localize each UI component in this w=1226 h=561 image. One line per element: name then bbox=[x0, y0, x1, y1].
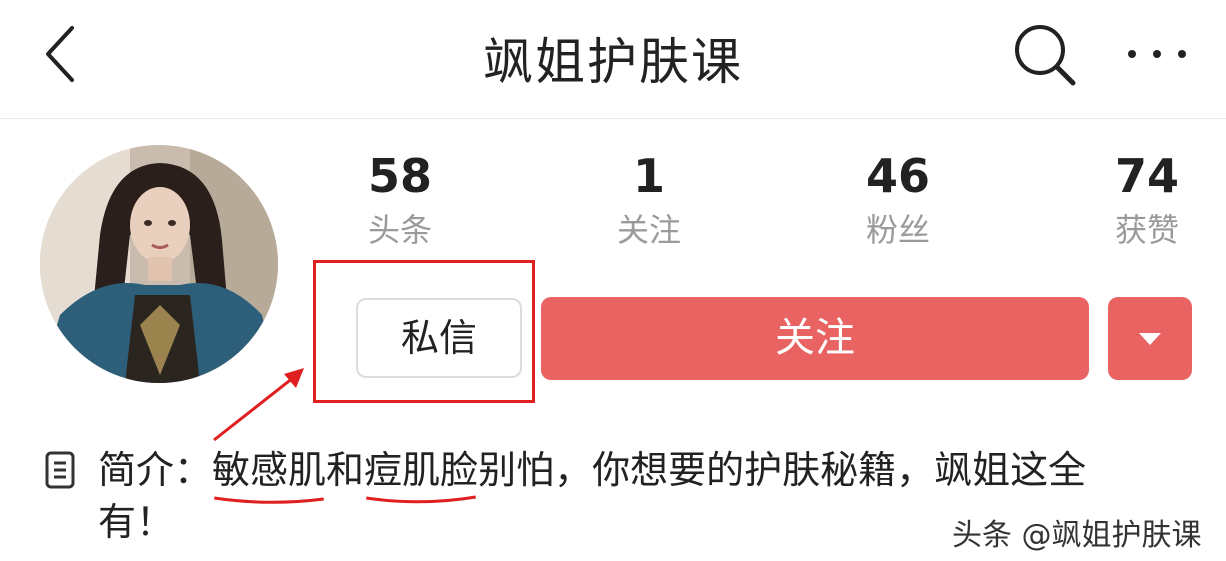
stat-following-value: 1 bbox=[632, 149, 665, 203]
stat-posts[interactable]: 58 头条 bbox=[315, 148, 485, 250]
bio-keyword-text: 敏感肌 bbox=[212, 448, 327, 492]
top-navigation-bar: 飒姐护肤课 bbox=[0, 0, 1226, 119]
stat-likes-value: 74 bbox=[1114, 149, 1179, 203]
more-dots-icon[interactable] bbox=[1122, 34, 1192, 74]
bio-connector: 和 bbox=[326, 448, 365, 492]
document-icon bbox=[45, 451, 75, 489]
caret-down-icon bbox=[1139, 333, 1161, 345]
bio-keyword-acne-skin: 痘肌脸 bbox=[364, 444, 479, 504]
stat-posts-label: 头条 bbox=[367, 211, 432, 249]
dropdown-button[interactable] bbox=[1108, 297, 1192, 380]
search-icon[interactable] bbox=[1010, 20, 1080, 90]
stat-likes[interactable]: 74 获赞 bbox=[1062, 148, 1226, 250]
watermark: 头条 @飒姐护肤课 bbox=[952, 518, 1202, 553]
annotation-highlight-box bbox=[313, 260, 535, 403]
stat-following[interactable]: 1 关注 bbox=[564, 148, 734, 250]
follow-button[interactable]: 关注 bbox=[541, 297, 1089, 380]
stat-posts-value: 58 bbox=[367, 149, 432, 203]
annotation-underline bbox=[214, 496, 324, 504]
annotation-underline bbox=[366, 495, 477, 504]
stat-followers-value: 46 bbox=[865, 149, 930, 203]
bio-keyword-sensitive-skin: 敏感肌 bbox=[212, 444, 327, 504]
bio-prefix: 简介： bbox=[98, 448, 213, 492]
avatar[interactable] bbox=[40, 145, 278, 383]
stat-followers[interactable]: 46 粉丝 bbox=[813, 148, 983, 250]
stat-following-label: 关注 bbox=[616, 211, 681, 249]
stat-likes-label: 获赞 bbox=[1114, 211, 1179, 249]
bio-keyword-text: 痘肌脸 bbox=[364, 448, 479, 492]
annotation-arrow-icon bbox=[213, 368, 304, 442]
stat-followers-label: 粉丝 bbox=[865, 211, 930, 249]
avatar-image bbox=[40, 145, 278, 383]
bio-text: 简介：敏感肌 和痘肌脸 别怕，你想要的护肤秘籍，飒姐这全有！ bbox=[98, 444, 1098, 548]
